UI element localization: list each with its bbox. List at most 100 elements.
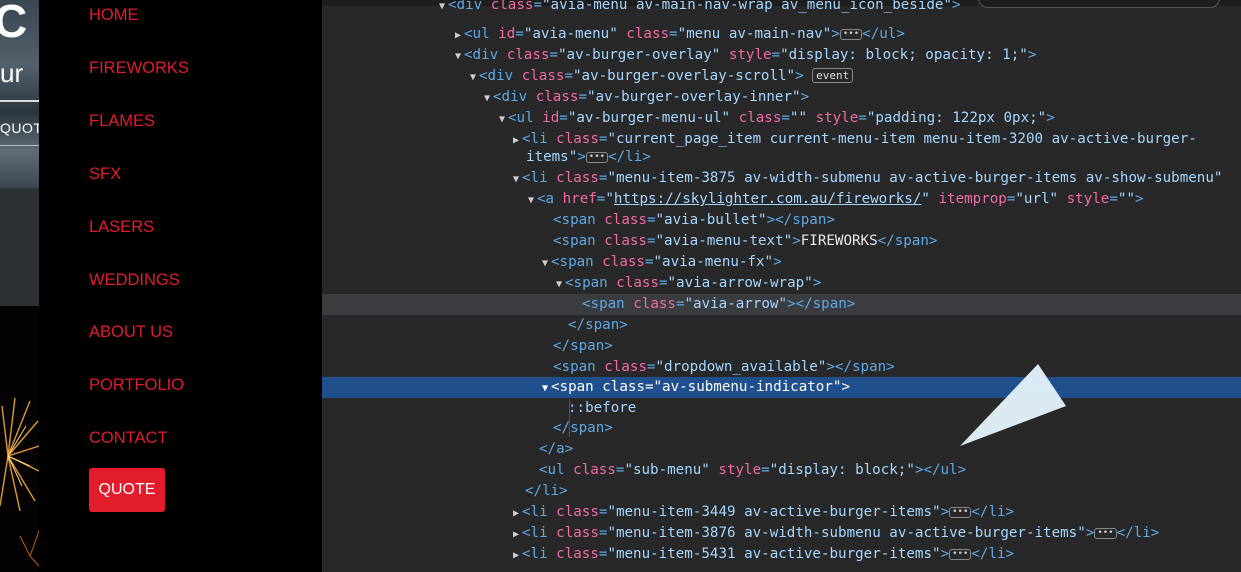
- attr-name: class: [616, 275, 659, 291]
- tag-name: <ul: [539, 462, 574, 478]
- attr-value: "display: block; opacity: 1;": [780, 47, 1028, 63]
- tag-name: <span: [565, 275, 617, 291]
- dom-node-line[interactable]: ▶ <li class="menu-item-5431 av-active-bur…: [322, 544, 1241, 565]
- dom-node-line[interactable]: </li>: [322, 481, 1241, 502]
- tag-name: <span: [582, 296, 634, 312]
- tag-name: <a: [537, 191, 563, 207]
- ellipsis-icon[interactable]: •••: [585, 152, 609, 163]
- event-badge[interactable]: event: [812, 68, 854, 83]
- menu-item-lasers[interactable]: LASERS: [89, 218, 154, 237]
- collapse-triangle-icon[interactable]: ▼: [553, 274, 565, 295]
- dom-node-line[interactable]: <ul class="sub-menu" style="display: blo…: [322, 460, 1241, 481]
- pointer-arrow-icon: [960, 364, 1066, 446]
- collapse-triangle-icon[interactable]: ▼: [481, 88, 493, 109]
- ellipsis-icon[interactable]: •••: [839, 29, 863, 40]
- dom-node-line-hovered[interactable]: <span class="avia-arrow"></span>: [322, 294, 1241, 315]
- dom-node-line-wrap[interactable]: items"> ••• </li>: [322, 147, 1241, 168]
- expand-triangle-icon[interactable]: ▶: [510, 524, 522, 545]
- dom-node-line[interactable]: ▼ <div class="av-burger-overlay-inner">: [322, 87, 1241, 108]
- href-link[interactable]: https://skylighter.com.au/fireworks/: [614, 191, 922, 207]
- tag-name: <li: [522, 170, 557, 186]
- website-background: C ur QUOT: [0, 0, 39, 572]
- collapse-triangle-icon[interactable]: ▼: [452, 46, 464, 67]
- dom-node-line[interactable]: ▼ <div class="av-burger-overlay-scroll"> …: [322, 66, 1241, 87]
- dom-node-line-selected[interactable]: ▼ <span class="av-submenu-indicator">: [322, 377, 1241, 398]
- dom-node-line[interactable]: ▼ <span class="avia-menu-fx">: [322, 252, 1241, 273]
- dom-node-line[interactable]: <span class="dropdown_available"></span>: [322, 357, 1241, 378]
- dom-node-line-partial[interactable]: ▶: [322, 565, 1241, 572]
- collapse-triangle-icon[interactable]: ▼: [510, 169, 522, 190]
- attr-name: class: [573, 462, 616, 478]
- dom-node-line[interactable]: <span class="avia-menu-text">FIREWORKS</…: [322, 231, 1241, 252]
- dom-node-line[interactable]: </span>: [322, 336, 1241, 357]
- collapse-triangle-icon[interactable]: ▼: [525, 190, 537, 211]
- attr-name: id: [498, 26, 516, 42]
- collapse-triangle-icon[interactable]: ▼: [467, 67, 479, 88]
- tag-close: </span>: [834, 359, 895, 375]
- collapse-triangle-icon[interactable]: ▼: [496, 109, 508, 130]
- attr-value: "menu-item-3449 av-active-burger-items": [607, 504, 941, 520]
- tag-close: </li>: [971, 546, 1015, 562]
- attr-value: "av-submenu-indicator": [653, 379, 842, 395]
- attr-name: class: [506, 47, 550, 63]
- dom-node-line[interactable]: <span class="avia-bullet"></span>: [322, 210, 1241, 231]
- tag-name: <span: [551, 379, 603, 395]
- devtools-elements-panel: ▼ <div class="avia-menu av-main-nav-wrap …: [322, 0, 1241, 572]
- dom-node-line[interactable]: ▼ <div class="av-burger-overlay" style="d…: [322, 45, 1241, 66]
- collapse-triangle-icon[interactable]: ▼: [539, 253, 551, 274]
- attr-value: "avia-menu-fx": [653, 254, 774, 270]
- dom-node-line[interactable]: ▼ <ul id="av-burger-menu-ul" class="" sty…: [322, 108, 1241, 129]
- dom-node-line[interactable]: </span>: [322, 418, 1241, 439]
- tag-close: </span>: [795, 296, 856, 312]
- menu-item-contact[interactable]: CONTACT: [89, 429, 168, 448]
- dom-node-line[interactable]: ▶ <li class="menu-item-3449 av-active-bur…: [322, 502, 1241, 523]
- attr-value: "url": [1015, 191, 1059, 207]
- attr-value: "padding: 122px 0px;": [866, 110, 1047, 126]
- expand-triangle-icon[interactable]: ▶: [510, 503, 522, 524]
- dark-section: [0, 188, 39, 306]
- text-node: FIREWORKS: [800, 233, 878, 249]
- dom-node-line[interactable]: ▼ <li class="menu-item-3875 av-width-subm…: [322, 168, 1241, 189]
- menu-item-portfolio[interactable]: PORTFOLIO: [89, 376, 184, 395]
- expand-triangle-icon[interactable]: ▶: [452, 25, 464, 46]
- fireworks-image: [0, 306, 39, 572]
- attr-value: "menu-item-3875 av-width-submenu av-acti…: [607, 170, 1223, 186]
- hero-quote-link[interactable]: QUOT: [0, 120, 39, 136]
- collapse-triangle-icon[interactable]: ▼: [436, 0, 448, 17]
- dom-node-line[interactable]: ▼ <div class="avia-menu av-main-nav-wrap …: [322, 0, 1241, 16]
- dom-node-line[interactable]: ▶ <ul id="avia-menu" class="menu av-main-…: [322, 24, 1241, 45]
- menu-item-weddings[interactable]: WEDDINGS: [89, 271, 180, 290]
- dom-node-line[interactable]: ▼ <span class="avia-arrow-wrap">: [322, 273, 1241, 294]
- attr-value: "dropdown_available": [655, 359, 827, 375]
- expand-triangle-icon[interactable]: ▶: [510, 566, 522, 572]
- dom-node-line[interactable]: ::before: [322, 398, 1241, 419]
- attr-name: class: [602, 254, 645, 270]
- attr-value: "av-burger-overlay-scroll": [572, 68, 796, 84]
- menu-item-about-us[interactable]: ABOUT US: [89, 323, 173, 342]
- tag-close: </a>: [539, 441, 574, 457]
- menu-item-flames[interactable]: FLAMES: [89, 112, 155, 131]
- collapse-triangle-icon[interactable]: ▼: [539, 378, 551, 399]
- dom-node-line[interactable]: ▶ <li class="menu-item-3876 av-width-subm…: [322, 523, 1241, 544]
- ellipsis-icon[interactable]: •••: [949, 549, 972, 560]
- attr-name: class: [556, 504, 599, 520]
- attr-name: id: [542, 110, 560, 126]
- dom-node-line[interactable]: </span>: [322, 315, 1241, 336]
- dom-node-line[interactable]: </a>: [322, 439, 1241, 460]
- ellipsis-icon[interactable]: •••: [1094, 528, 1117, 539]
- attr-name: class: [556, 525, 599, 541]
- tag-close: </li>: [1116, 525, 1160, 541]
- attr-name: class: [556, 131, 599, 147]
- ellipsis-icon[interactable]: •••: [949, 507, 972, 518]
- tag-close: </ul>: [923, 462, 967, 478]
- attr-name: class: [556, 170, 599, 186]
- menu-item-home[interactable]: HOME: [89, 6, 139, 25]
- menu-item-fireworks[interactable]: FIREWORKS: [89, 59, 189, 78]
- expand-triangle-icon[interactable]: ▶: [510, 545, 522, 566]
- dom-node-line[interactable]: ▼ <a href="https://skylighter.com.au/fire…: [322, 189, 1241, 210]
- hero-divider: [0, 100, 39, 102]
- quote-button[interactable]: QUOTE: [89, 468, 165, 512]
- menu-item-sfx[interactable]: SFX: [89, 165, 121, 184]
- attr-value: "menu-item-5431 av-active-burger-items": [607, 546, 941, 562]
- attr-value: "current_page_item current-menu-item men…: [607, 131, 1197, 147]
